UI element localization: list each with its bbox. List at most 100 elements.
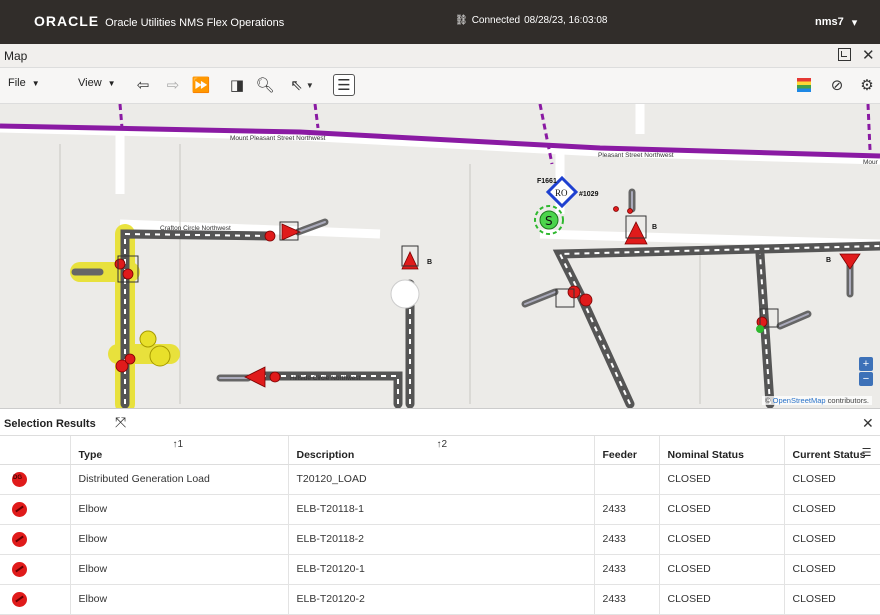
table-row[interactable]: Elbow ELB-T20118-2 2433 CLOSED CLOSED xyxy=(0,524,880,555)
cell-type: Elbow xyxy=(70,554,289,585)
view-menu[interactable]: View ▼ xyxy=(78,77,116,89)
cell-current-status: CLOSED xyxy=(784,584,880,615)
close-icon[interactable]: ✕ xyxy=(862,46,875,64)
elbow-icon xyxy=(12,561,27,577)
table-row[interactable]: Elbow ELB-T20120-1 2433 CLOSED CLOSED xyxy=(0,554,880,585)
file-menu[interactable]: File ▼ xyxy=(8,77,40,89)
elbow-icon xyxy=(12,591,27,607)
device-label-b: B xyxy=(427,259,432,266)
zoom-out-button[interactable]: − xyxy=(859,372,873,386)
device-label-f1661: F1661 xyxy=(537,178,557,185)
elbow-icon xyxy=(12,531,27,547)
column-menu-icon[interactable]: ☰ xyxy=(862,446,872,459)
brand: ORACLE Oracle Utilities NMS Flex Operati… xyxy=(34,13,284,29)
notes-icon[interactable]: ☰ xyxy=(333,74,355,96)
cell-current-status: CLOSED xyxy=(784,524,880,555)
svg-text:S: S xyxy=(545,214,553,228)
cell-feeder: 2433 xyxy=(594,494,660,525)
cell-feeder: 2433 xyxy=(594,524,660,555)
map-graphics: S Mount Pleasant Street Northwest Pleasa… xyxy=(0,104,880,408)
street-label-pleasant: Pleasant Street Northwest xyxy=(598,152,674,159)
table-row[interactable]: Elbow ELB-T20120-2 2433 CLOSED CLOSED xyxy=(0,584,880,615)
street-label-crafton: Crafton Circle Northwest xyxy=(160,225,231,232)
cell-type: Elbow xyxy=(70,524,289,555)
forward-arrow-icon[interactable]: ⇨ xyxy=(162,74,184,96)
expand-icon[interactable]: ⤧ xyxy=(115,414,126,431)
map-toolbar: File ▼ View ▼ ⇦ ⇨ ⏩ ◨ 🔍︎ ⇖ ▼ ☰ ⊘ ⚙ xyxy=(0,68,880,104)
fit-frame-icon[interactable]: ◨ xyxy=(226,74,248,96)
cell-description: T20120_LOAD xyxy=(288,464,595,495)
gear-icon[interactable]: ⚙ xyxy=(856,74,878,96)
selection-results-table: ↑1 Type ↑2 Description Feeder Nominal St… xyxy=(0,436,880,615)
sort-indicator: ↑1 xyxy=(172,439,184,450)
connection-label: Connected xyxy=(471,15,521,26)
cell-type: Elbow xyxy=(70,494,289,525)
link-icon: ⛓ xyxy=(455,15,468,26)
sort-indicator: ↑2 xyxy=(436,439,448,450)
column-header-feeder[interactable]: Feeder xyxy=(594,436,660,465)
cell-nominal-status: CLOSED xyxy=(659,524,785,555)
connection-status: ⛓ Connected 08/28/23, 16:03:08 xyxy=(455,15,608,26)
cell-nominal-status: CLOSED xyxy=(659,494,785,525)
visibility-off-icon[interactable]: ⊘ xyxy=(826,74,848,96)
user-name: nms7 xyxy=(815,16,844,28)
table-row[interactable]: Distributed Generation Load T20120_LOAD … xyxy=(0,464,880,495)
elbow-icon xyxy=(12,501,27,517)
table-header-row: ↑1 Type ↑2 Description Feeder Nominal St… xyxy=(0,436,880,465)
map-panel-header: Map ✕ xyxy=(0,44,880,68)
chevron-down-icon: ▼ xyxy=(107,78,116,88)
cell-feeder xyxy=(594,464,660,495)
cell-nominal-status: CLOSED xyxy=(659,554,785,585)
cell-feeder: 2433 xyxy=(594,554,660,585)
cell-description: ELB-T20120-1 xyxy=(288,554,595,585)
cell-feeder: 2433 xyxy=(594,584,660,615)
zoom-in-button[interactable]: + xyxy=(859,357,873,371)
column-header-current-status[interactable]: Current Status ☰ xyxy=(784,436,880,465)
device-label-1029: #1029 xyxy=(579,191,599,198)
user-menu[interactable]: nms7 ▾ xyxy=(815,16,857,29)
cell-nominal-status: CLOSED xyxy=(659,464,785,495)
cell-current-status: CLOSED xyxy=(784,494,880,525)
close-icon[interactable]: ✕ xyxy=(862,415,874,432)
cell-current-status: CLOSED xyxy=(784,464,880,495)
select-tool-icon[interactable]: ⇖ ▼ xyxy=(284,74,320,96)
file-menu-label: File xyxy=(8,77,26,89)
column-header-nominal-status[interactable]: Nominal Status xyxy=(659,436,785,465)
chevron-down-icon: ▼ xyxy=(31,78,40,88)
cell-current-status: CLOSED xyxy=(784,554,880,585)
cell-type: Distributed Generation Load xyxy=(70,464,289,495)
device-label-b: B xyxy=(826,257,831,264)
app-header: ORACLE Oracle Utilities NMS Flex Operati… xyxy=(0,0,880,44)
table-row[interactable]: Elbow ELB-T20118-1 2433 CLOSED CLOSED xyxy=(0,494,880,525)
device-label-b: B xyxy=(652,224,657,231)
fast-forward-icon[interactable]: ⏩ xyxy=(190,74,212,96)
distributed-generation-load-icon xyxy=(12,471,27,487)
device-label-ro: RO xyxy=(555,188,568,198)
cell-description: ELB-T20118-1 xyxy=(288,494,595,525)
street-label-mount-short: Mour xyxy=(863,159,879,166)
map-panel-title: Map xyxy=(4,49,28,63)
back-arrow-icon[interactable]: ⇦ xyxy=(132,74,154,96)
cell-nominal-status: CLOSED xyxy=(659,584,785,615)
column-header-icon[interactable] xyxy=(0,436,71,465)
street-label-lower: Hillside Circle Northwest xyxy=(290,375,361,382)
osm-link[interactable]: OpenStreetMap xyxy=(773,396,826,405)
oracle-logo: ORACLE xyxy=(34,13,100,29)
app-title: Oracle Utilities NMS Flex Operations xyxy=(105,17,285,29)
cell-description: ELB-T20118-2 xyxy=(288,524,595,555)
street-label-mount-pleasant: Mount Pleasant Street Northwest xyxy=(230,135,326,142)
map-attribution: © OpenStreetMap contributors. xyxy=(762,396,872,405)
search-icon[interactable]: 🔍︎ xyxy=(254,74,276,96)
selection-results-title: Selection Results xyxy=(4,418,96,430)
feeder-line xyxy=(0,123,880,159)
color-legend-icon[interactable] xyxy=(797,78,811,92)
column-header-description[interactable]: ↑2 Description xyxy=(288,436,595,465)
column-header-type[interactable]: ↑1 Type xyxy=(70,436,289,465)
chevron-down-icon: ▾ xyxy=(851,17,858,29)
selection-results-header: Selection Results ⤧ ✕ xyxy=(0,408,880,436)
undock-icon[interactable] xyxy=(838,48,851,61)
connection-timestamp: 08/28/23, 16:03:08 xyxy=(524,15,608,26)
cell-type: Elbow xyxy=(70,584,289,615)
cell-description: ELB-T20120-2 xyxy=(288,584,595,615)
map-canvas[interactable]: S Mount Pleasant Street Northwest Pleasa… xyxy=(0,104,880,408)
